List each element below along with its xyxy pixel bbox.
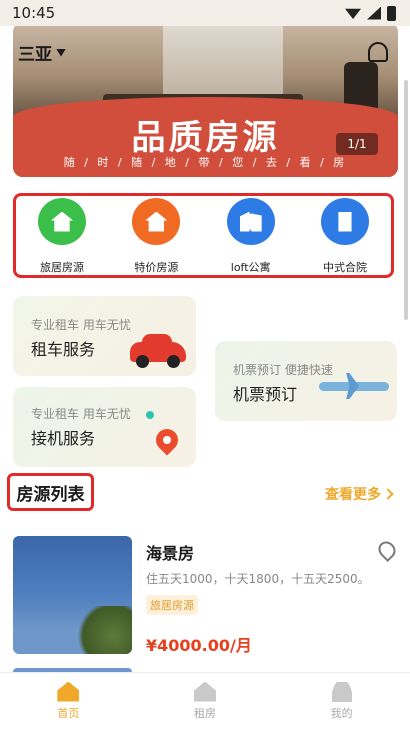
view-more-label: 查看更多 [325,487,381,503]
tab-home[interactable]: 首页 [28,681,108,721]
tab-label: 首页 [57,706,80,720]
chevron-down-icon [56,48,66,57]
status-time: 10:45 [12,4,56,22]
house-icon [132,198,181,245]
rent-house-icon [193,681,216,702]
category-item-travel[interactable]: 旅居房源 [22,196,102,275]
card-subtitle: 机票预订 便捷快速 [233,363,333,377]
chevron-right-icon [382,488,394,500]
buildings-icon [226,198,275,245]
car-icon [130,334,186,368]
bottom-tab-bar: 首页 租房 我的 [0,672,410,729]
airport-pickup-card[interactable]: 专业租车 用车无忧 接机服务 [13,387,196,467]
airplane-icon [319,373,389,399]
card-subtitle: 专业租车 用车无忧 [31,318,131,332]
house-list-item[interactable]: 海景房 住五天1000，十天1800，十五天2500。 旅居房源 ¥4000.0… [13,536,400,656]
banner-counter: 1/1 [336,133,378,155]
category-label: loft公寓 [230,261,271,274]
house-thumbnail [13,536,132,654]
house-list-title: 房源列表 [16,484,85,505]
house-price: ¥4000.00/月 [146,636,252,655]
card-title: 租车服务 [31,340,96,359]
user-icon [331,681,352,702]
house-description: 住五天1000，十天1800，十五天2500。 [146,572,370,586]
category-label: 特价房源 [134,261,179,274]
category-item-loft[interactable]: loft公寓 [211,196,291,275]
scrollbar[interactable] [404,80,408,320]
location-selector[interactable]: 三亚 [18,40,66,65]
tab-label: 我的 [330,706,353,720]
wifi-icon [345,8,361,19]
banner-carousel[interactable]: 品质房源 随 / 时 / 随 / 地 / 带 / 您 / 去 / 看 / 房 1… [13,22,398,177]
flight-booking-card[interactable]: 机票预订 便捷快速 机票预订 [215,341,397,421]
card-title: 机票预订 [233,385,298,404]
courtyard-icon [320,198,369,245]
heart-icon[interactable] [374,537,400,563]
view-more-link[interactable]: 查看更多 [325,484,394,504]
car-rental-card[interactable]: 专业租车 用车无忧 租车服务 [13,296,196,376]
category-grid: 旅居房源 特价房源 loft公寓 中式合院 [13,193,394,278]
category-item-discount[interactable]: 特价房源 [116,196,196,275]
tab-rent[interactable]: 租房 [165,681,245,721]
banner-subtitle: 随 / 时 / 随 / 地 / 带 / 您 / 去 / 看 / 房 [63,156,348,169]
card-title: 接机服务 [31,429,96,448]
lock-icon [368,42,388,62]
category-item-courtyard[interactable]: 中式合院 [305,196,385,275]
map-pin-icon [151,424,183,456]
map-dot-icon [146,411,154,419]
status-bar: 10:45 [0,0,410,26]
home-icon [57,681,80,702]
category-label: 中式合院 [322,261,367,274]
tab-label: 租房 [193,706,216,720]
status-icons [345,5,396,21]
house-tag: 旅居房源 [146,595,198,615]
location-text: 三亚 [18,45,52,65]
battery-icon [387,5,396,21]
refresh-house-icon [38,198,86,245]
card-subtitle: 专业租车 用车无忧 [31,407,131,421]
signal-icon [367,6,381,20]
category-label: 旅居房源 [40,261,84,274]
house-list-header: 房源列表 [7,473,94,511]
house-name: 海景房 [146,544,195,563]
tab-me[interactable]: 我的 [302,681,382,721]
